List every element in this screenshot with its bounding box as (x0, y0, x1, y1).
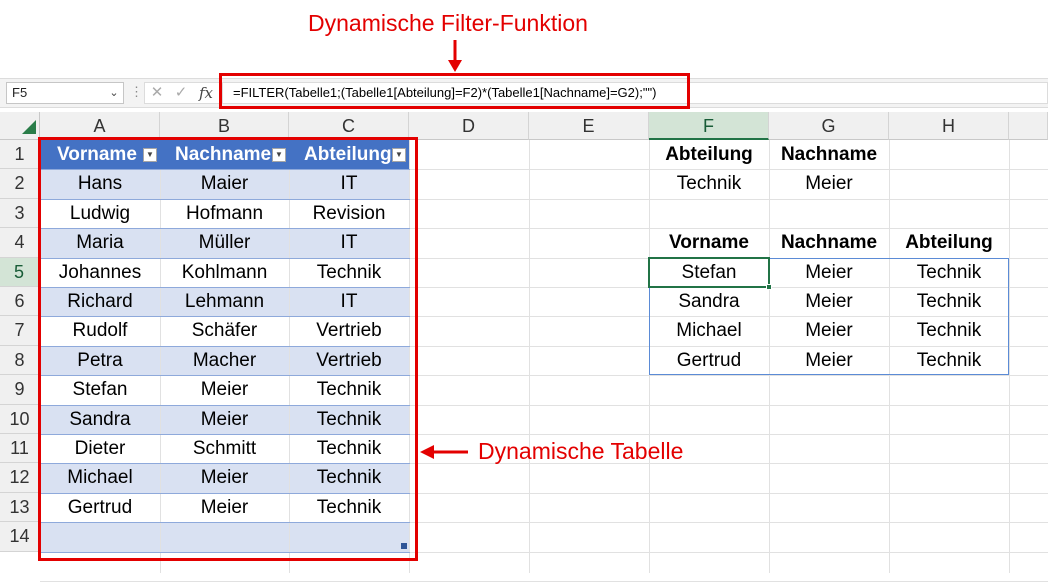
enter-icon[interactable]: ✓ (171, 83, 191, 103)
row-header-11[interactable]: 11 (0, 434, 40, 464)
column-header-f[interactable]: F (649, 112, 769, 140)
result-cell[interactable]: Meier (769, 346, 889, 375)
formula-buttons: ✕ ✓ fx (144, 82, 220, 104)
column-header-b[interactable]: B (160, 112, 289, 140)
result-cell[interactable]: Sandra (649, 287, 769, 316)
row-header-10[interactable]: 10 (0, 404, 40, 434)
row-header-13[interactable]: 13 (0, 492, 40, 523)
row-header-7[interactable]: 7 (0, 316, 40, 346)
result-cell[interactable]: Technik (889, 346, 1009, 375)
result-cell[interactable]: Gertrud (649, 346, 769, 375)
result-cell[interactable]: Technik (889, 258, 1009, 287)
criteria-header-nachname[interactable]: Nachname (769, 140, 889, 169)
criteria-header-abteilung[interactable]: Abteilung (649, 140, 769, 169)
filter-function-annotation: Dynamische Filter-Funktion (308, 10, 588, 36)
column-header-partial[interactable] (1009, 112, 1048, 140)
criteria-value-abteilung[interactable]: Technik (649, 169, 769, 198)
formula-highlight-frame (219, 73, 690, 109)
criteria-value-nachname[interactable]: Meier (769, 169, 889, 198)
active-cell-frame[interactable] (648, 256, 770, 288)
more-options-icon[interactable]: ⋮ (130, 82, 143, 104)
result-header-nachname[interactable]: Nachname (769, 228, 889, 257)
result-header-vorname[interactable]: Vorname (649, 228, 769, 257)
column-header-h[interactable]: H (889, 112, 1009, 140)
chevron-down-icon[interactable]: ⌄ (106, 84, 122, 102)
column-header-g[interactable]: G (769, 112, 889, 140)
result-cell[interactable]: Technik (889, 316, 1009, 345)
row-header-9[interactable]: 9 (0, 375, 40, 405)
row-header-2[interactable]: 2 (0, 169, 40, 199)
row-header-4[interactable]: 4 (0, 228, 40, 258)
row-header-3[interactable]: 3 (0, 198, 40, 229)
result-cell[interactable]: Technik (889, 287, 1009, 316)
dynamic-table-annotation: Dynamische Tabelle (478, 438, 684, 464)
table-highlight-frame (38, 137, 418, 561)
column-header-e[interactable]: E (529, 112, 649, 140)
gridline-vertical (1009, 140, 1010, 573)
row-header-6[interactable]: 6 (0, 287, 40, 317)
fill-handle-icon[interactable] (766, 284, 772, 290)
row-header-5[interactable]: 5 (0, 257, 40, 287)
cancel-icon[interactable]: ✕ (147, 83, 167, 103)
column-header-a[interactable]: A (40, 112, 160, 140)
column-header-c[interactable]: C (289, 112, 409, 140)
result-cell[interactable]: Meier (769, 316, 889, 345)
gridline-vertical (529, 140, 530, 573)
result-cell[interactable]: Meier (769, 287, 889, 316)
row-header-14[interactable]: 14 (0, 522, 40, 552)
down-arrow-icon (447, 40, 463, 72)
select-all-icon[interactable] (22, 120, 36, 134)
result-cell[interactable]: Meier (769, 258, 889, 287)
row-header-12[interactable]: 12 (0, 463, 40, 493)
insert-function-icon[interactable]: fx (195, 83, 217, 103)
left-arrow-icon (420, 445, 468, 459)
row-header-8[interactable]: 8 (0, 345, 40, 376)
result-cell[interactable]: Michael (649, 316, 769, 345)
row-header-1[interactable]: 1 (0, 140, 40, 170)
result-header-abteilung[interactable]: Abteilung (889, 228, 1009, 257)
column-header-d[interactable]: D (409, 112, 529, 140)
